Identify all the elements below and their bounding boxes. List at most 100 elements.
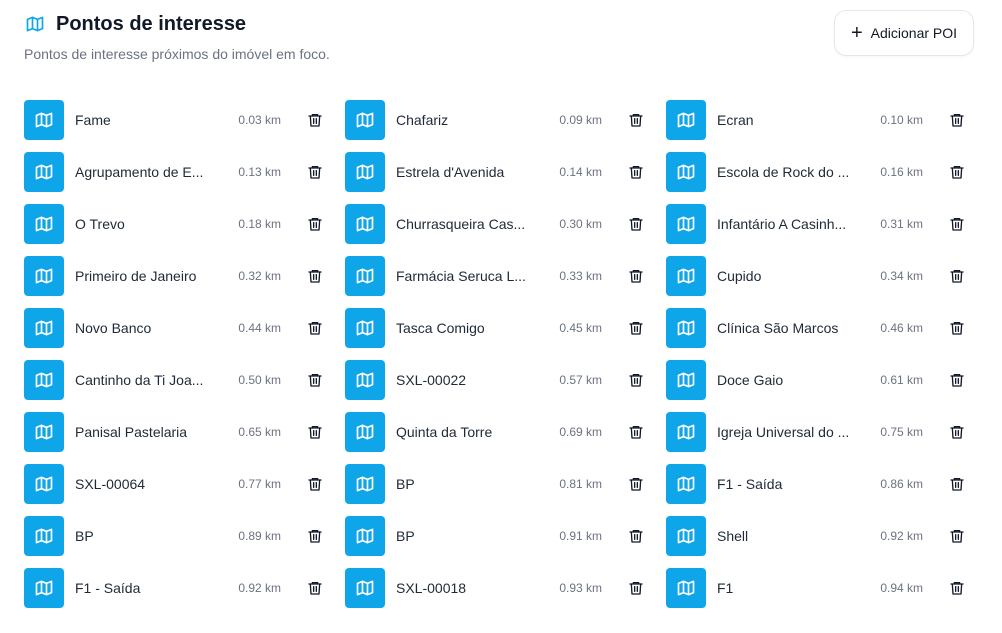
- delete-poi-button[interactable]: [947, 110, 967, 130]
- trash-icon: [308, 426, 322, 439]
- poi-item: Chafariz 0.09 km: [345, 100, 646, 140]
- trash-icon: [629, 582, 643, 595]
- poi-distance: 0.61 km: [880, 373, 923, 387]
- delete-poi-button[interactable]: [305, 370, 325, 390]
- delete-poi-button[interactable]: [947, 370, 967, 390]
- page-subtitle: Pontos de interesse próximos do imóvel e…: [24, 46, 330, 62]
- poi-name: F1: [717, 580, 734, 596]
- delete-poi-button[interactable]: [947, 422, 967, 442]
- delete-poi-button[interactable]: [626, 474, 646, 494]
- poi-item: BP 0.89 km: [24, 516, 325, 556]
- poi-distance: 0.10 km: [880, 113, 923, 127]
- map-icon: [666, 516, 706, 556]
- poi-name: BP: [75, 528, 94, 544]
- poi-distance: 0.75 km: [880, 425, 923, 439]
- map-icon: [24, 13, 46, 35]
- trash-icon: [950, 374, 964, 387]
- poi-name: SXL-00064: [75, 476, 146, 492]
- delete-poi-button[interactable]: [947, 214, 967, 234]
- delete-poi-button[interactable]: [626, 318, 646, 338]
- poi-distance: 0.77 km: [238, 477, 281, 491]
- add-poi-label: Adicionar POI: [870, 25, 958, 41]
- delete-poi-button[interactable]: [305, 214, 325, 234]
- delete-poi-button[interactable]: [626, 578, 646, 598]
- trash-icon: [308, 114, 322, 127]
- poi-distance: 0.92 km: [880, 529, 923, 543]
- delete-poi-button[interactable]: [947, 474, 967, 494]
- poi-name: F1 - Saída: [75, 580, 141, 596]
- delete-poi-button[interactable]: [626, 214, 646, 234]
- delete-poi-button[interactable]: [305, 578, 325, 598]
- map-icon: [24, 308, 64, 348]
- delete-poi-button[interactable]: [305, 422, 325, 442]
- delete-poi-button[interactable]: [626, 422, 646, 442]
- map-icon: [666, 256, 706, 296]
- trash-icon: [950, 322, 964, 335]
- delete-poi-button[interactable]: [947, 318, 967, 338]
- map-icon: [345, 256, 385, 296]
- poi-name: SXL-00022: [396, 372, 467, 388]
- delete-poi-button[interactable]: [947, 162, 967, 182]
- trash-icon: [629, 270, 643, 283]
- poi-item: Escola de Rock do ... 0.16 km: [666, 152, 967, 192]
- poi-item: Tasca Comigo 0.45 km: [345, 308, 646, 348]
- trash-icon: [629, 426, 643, 439]
- poi-distance: 0.57 km: [559, 373, 602, 387]
- trash-icon: [950, 478, 964, 491]
- trash-icon: [950, 530, 964, 543]
- poi-distance: 0.45 km: [559, 321, 602, 335]
- poi-distance: 0.18 km: [238, 217, 281, 231]
- map-icon: [24, 568, 64, 608]
- poi-item: O Trevo 0.18 km: [24, 204, 325, 244]
- poi-item: Cantinho da Ti Joa... 0.50 km: [24, 360, 325, 400]
- trash-icon: [308, 218, 322, 231]
- plus-icon: +: [850, 22, 863, 44]
- delete-poi-button[interactable]: [305, 526, 325, 546]
- delete-poi-button[interactable]: [305, 162, 325, 182]
- delete-poi-button[interactable]: [305, 318, 325, 338]
- poi-name: Fame: [75, 112, 111, 128]
- delete-poi-button[interactable]: [626, 162, 646, 182]
- poi-distance: 0.16 km: [880, 165, 923, 179]
- delete-poi-button[interactable]: [626, 526, 646, 546]
- map-icon: [666, 464, 706, 504]
- delete-poi-button[interactable]: [626, 266, 646, 286]
- delete-poi-button[interactable]: [305, 474, 325, 494]
- trash-icon: [308, 270, 322, 283]
- poi-item: SXL-00022 0.57 km: [345, 360, 646, 400]
- poi-grid: Fame 0.03 km Chafariz 0.09 km Ecran 0.10…: [24, 100, 974, 608]
- map-icon: [666, 412, 706, 452]
- map-icon: [24, 204, 64, 244]
- poi-item: BP 0.81 km: [345, 464, 646, 504]
- poi-item: F1 0.94 km: [666, 568, 967, 608]
- delete-poi-button[interactable]: [947, 578, 967, 598]
- poi-distance: 0.46 km: [880, 321, 923, 335]
- trash-icon: [950, 218, 964, 231]
- poi-name: Primeiro de Janeiro: [75, 268, 197, 284]
- poi-name: Clínica São Marcos: [717, 320, 839, 336]
- delete-poi-button[interactable]: [305, 110, 325, 130]
- poi-item: Igreja Universal do ... 0.75 km: [666, 412, 967, 452]
- delete-poi-button[interactable]: [626, 370, 646, 390]
- poi-name: Doce Gaio: [717, 372, 784, 388]
- delete-poi-button[interactable]: [305, 266, 325, 286]
- trash-icon: [950, 270, 964, 283]
- delete-poi-button[interactable]: [947, 526, 967, 546]
- add-poi-button[interactable]: + Adicionar POI: [834, 10, 974, 56]
- poi-name: Quinta da Torre: [396, 424, 493, 440]
- trash-icon: [950, 114, 964, 127]
- poi-distance: 0.86 km: [880, 477, 923, 491]
- trash-icon: [629, 114, 643, 127]
- poi-item: Novo Banco 0.44 km: [24, 308, 325, 348]
- poi-name: Igreja Universal do ...: [717, 424, 850, 440]
- trash-icon: [950, 582, 964, 595]
- poi-item: F1 - Saída 0.86 km: [666, 464, 967, 504]
- poi-distance: 0.14 km: [559, 165, 602, 179]
- poi-distance: 0.33 km: [559, 269, 602, 283]
- map-icon: [24, 256, 64, 296]
- delete-poi-button[interactable]: [947, 266, 967, 286]
- poi-item: F1 - Saída 0.92 km: [24, 568, 325, 608]
- delete-poi-button[interactable]: [626, 110, 646, 130]
- poi-distance: 0.81 km: [559, 477, 602, 491]
- trash-icon: [629, 218, 643, 231]
